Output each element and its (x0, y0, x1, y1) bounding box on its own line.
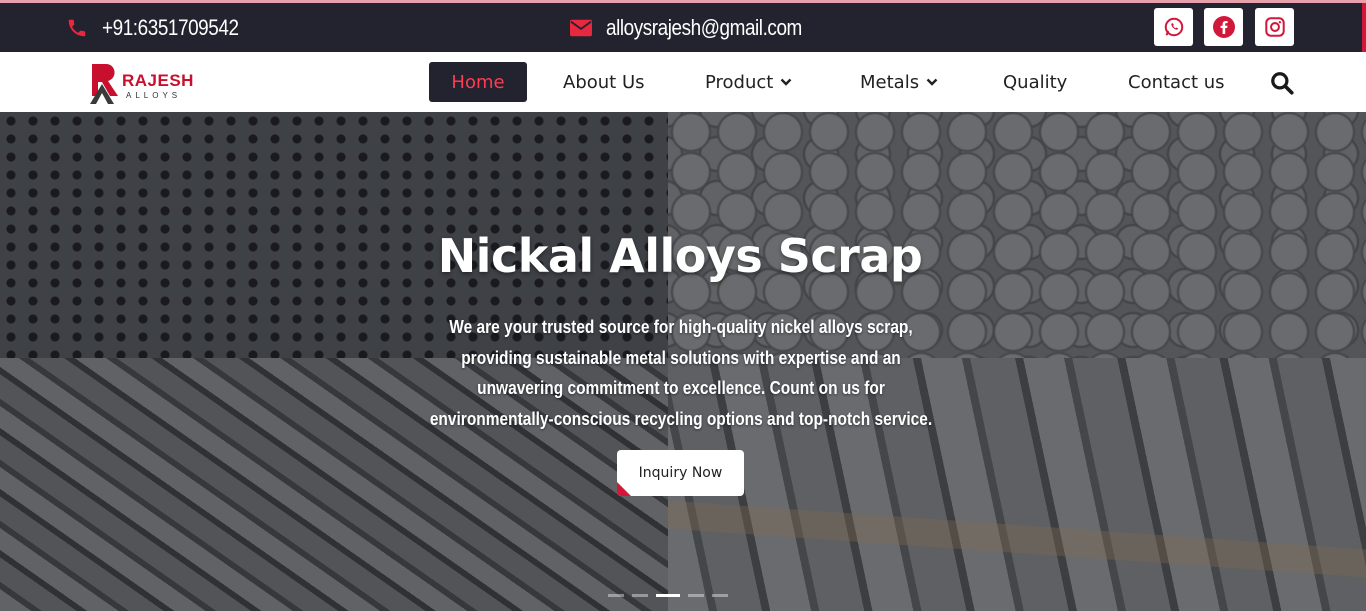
slider-pagination (608, 594, 728, 598)
slider-dot[interactable] (712, 594, 728, 597)
top-contact-bar: +91:6351709542 alloysrajesh@gmail.com (0, 3, 1366, 52)
nav-contact-us[interactable]: Contact us (1128, 62, 1225, 102)
nav-about-us[interactable]: About Us (563, 62, 645, 102)
slider-dot[interactable] (608, 594, 624, 597)
nav-metals-label: Metals (860, 71, 920, 93)
logo-subtitle: ALLOYS (126, 91, 182, 100)
chevron-down-icon (780, 78, 792, 86)
whatsapp-button[interactable] (1154, 8, 1193, 46)
main-navigation: RAJESH ALLOYS Home About Us Product Meta… (0, 52, 1366, 112)
chevron-down-icon (926, 78, 938, 86)
phone-number: +91:6351709542 (102, 14, 239, 40)
slider-dot[interactable] (688, 594, 704, 597)
facebook-icon (1212, 16, 1235, 38)
search-icon (1271, 72, 1294, 95)
instagram-button[interactable] (1255, 8, 1294, 46)
nav-product-label: Product (705, 71, 774, 93)
email-contact[interactable]: alloysrajesh@gmail.com (570, 3, 834, 52)
slider-dot[interactable] (632, 594, 648, 597)
nav-metals[interactable]: Metals (860, 62, 938, 102)
whatsapp-icon (1164, 17, 1183, 37)
nav-product[interactable]: Product (705, 62, 792, 102)
hero-description-text: We are your trusted source for high-qual… (429, 317, 933, 429)
inquiry-now-button[interactable]: Inquiry Now (617, 450, 744, 496)
hero-title: Nickal Alloys Scrap (437, 229, 923, 283)
search-button[interactable] (1269, 70, 1295, 96)
nav-home[interactable]: Home (429, 62, 527, 102)
nav-quality[interactable]: Quality (1003, 62, 1067, 102)
envelope-icon (570, 19, 592, 36)
email-address: alloysrajesh@gmail.com (606, 14, 802, 40)
inquiry-now-label: Inquiry Now (638, 465, 723, 481)
hero-description: We are your trusted source for high-qual… (376, 312, 986, 434)
instagram-icon (1264, 17, 1285, 37)
phone-contact[interactable]: +91:6351709542 (66, 3, 261, 52)
cta-corner-accent (617, 482, 631, 496)
facebook-button[interactable] (1204, 8, 1243, 46)
phone-icon (68, 19, 86, 36)
logo-name: RAJESH (122, 71, 194, 90)
site-logo[interactable]: RAJESH ALLOYS (88, 60, 203, 106)
hero-slider: Nickal Alloys Scrap We are your trusted … (0, 112, 1366, 611)
slider-dot[interactable] (656, 594, 680, 597)
